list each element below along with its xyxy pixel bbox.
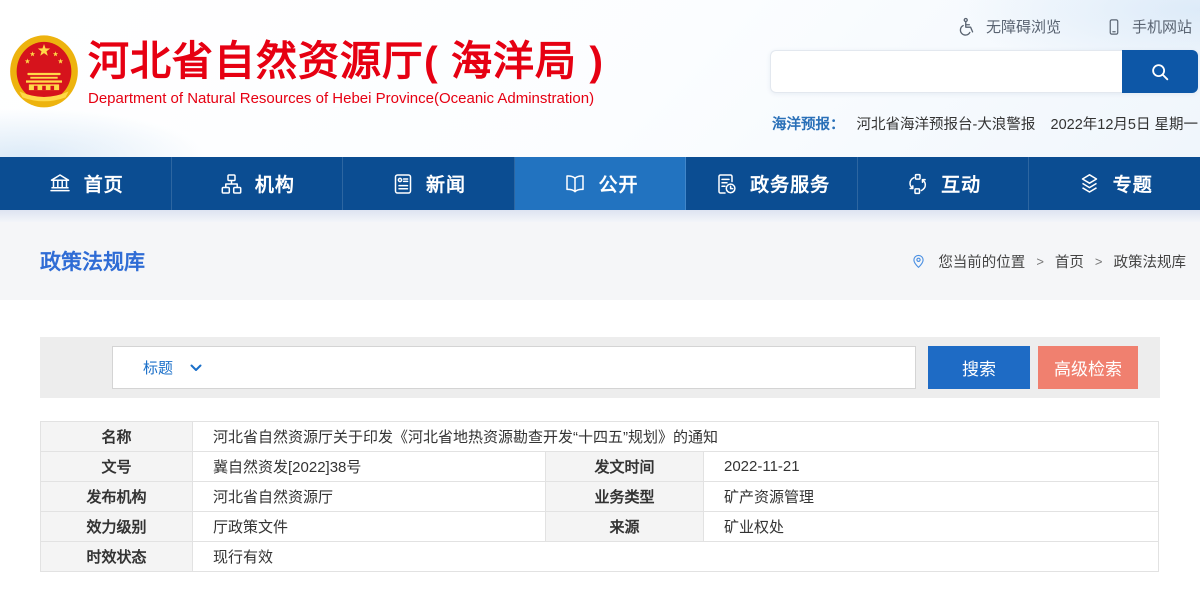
ocean-forecast: 海洋预报： 河北省海洋预报台-大浪警报 2022年12月5日 星期一 [772,113,1198,134]
nav-label: 互动 [941,170,981,197]
interact-icon [905,172,930,196]
table-row: 文号 冀自然资发[2022]38号 发文时间 2022-11-21 [41,452,1159,482]
nav-label: 机构 [255,170,295,197]
nav-item-open[interactable]: 公开 [515,157,687,210]
topics-icon [1077,172,1102,196]
nav-item-home[interactable]: 首页 [0,157,172,210]
nav-label: 公开 [599,170,639,197]
forecast-date: 2022年12月5日 星期一 [1051,113,1198,134]
filter-bar: 标题 搜索 高级检索 [40,337,1160,398]
chevron-down-icon [190,364,202,372]
nav-item-news[interactable]: 新闻 [343,157,515,210]
breadcrumb-separator: > [1095,254,1103,269]
field-value: 矿业权处 [704,512,1159,542]
header-search [770,50,1198,93]
mobile-site-link[interactable]: 手机网站 [1105,16,1192,37]
header-search-button[interactable] [1122,50,1198,93]
advanced-search-button[interactable]: 高级检索 [1038,346,1138,389]
field-label: 效力级别 [41,512,193,542]
field-value: 厅政策文件 [193,512,546,542]
site-header: 无障碍浏览 手机网站 [0,0,1200,157]
document-detail-table: 名称 河北省自然资源厅关于印发《河北省地热资源勘查开发“十四五”规划》的通知 文… [40,421,1159,572]
field-value: 河北省自然资源厅 [193,482,546,512]
news-icon [391,172,415,196]
accessibility-link[interactable]: 无障碍浏览 [957,16,1061,37]
wheelchair-icon [957,17,977,37]
field-type-label: 标题 [143,357,173,378]
field-label: 名称 [41,422,193,452]
header-search-input[interactable] [770,50,1122,93]
breadcrumb-item-home[interactable]: 首页 [1055,251,1084,272]
field-value: 2022-11-21 [704,452,1159,482]
mobile-site-label: 手机网站 [1132,16,1192,37]
field-type-dropdown[interactable]: 标题 [113,357,224,378]
forecast-label: 海洋预报： [772,113,845,134]
site-title-english: Department of Natural Resources of Hebei… [88,90,604,107]
table-row: 发布机构 河北省自然资源厅 业务类型 矿产资源管理 [41,482,1159,512]
field-value: 现行有效 [193,542,1159,572]
breadcrumb-separator: > [1036,254,1044,269]
field-value: 矿产资源管理 [704,482,1159,512]
accessibility-label: 无障碍浏览 [986,16,1061,37]
search-field: 标题 [112,346,916,389]
org-icon [219,172,244,196]
field-value: 河北省自然资源厅关于印发《河北省地热资源勘查开发“十四五”规划》的通知 [193,422,1159,452]
breadcrumb-bar: 政策法规库 您当前的位置 > 首页 > 政策法规库 [0,222,1200,300]
smartphone-icon [1105,17,1123,37]
site-title: 河北省自然资源厅( 海洋局 ) [88,38,604,85]
filter-search-input[interactable] [224,347,915,388]
breadcrumb-item-current[interactable]: 政策法规库 [1114,251,1187,272]
search-button[interactable]: 搜索 [928,346,1030,389]
utility-links: 无障碍浏览 手机网站 [957,16,1192,37]
gov-service-icon [713,172,739,196]
main-nav: 首页 机构 新闻 [0,157,1200,210]
nav-bottom-strip [0,210,1200,222]
nav-item-gov-service[interactable]: 政务服务 [686,157,858,210]
forecast-value[interactable]: 河北省海洋预报台-大浪警报 [857,113,1036,134]
field-label: 业务类型 [546,482,704,512]
field-label: 文号 [41,452,193,482]
nav-item-topics[interactable]: 专题 [1029,157,1200,210]
search-icon [1149,61,1171,83]
field-label: 来源 [546,512,704,542]
nav-label: 专题 [1113,170,1153,197]
breadcrumb: 您当前的位置 > 首页 > 政策法规库 [910,251,1186,272]
nav-item-org[interactable]: 机构 [172,157,344,210]
nav-label: 新闻 [426,170,466,197]
home-icon [47,172,73,196]
location-pin-icon [910,251,927,271]
open-book-icon [562,172,588,196]
nav-label: 首页 [84,170,124,197]
nav-item-interact[interactable]: 互动 [858,157,1030,210]
field-label: 时效状态 [41,542,193,572]
field-label: 发布机构 [41,482,193,512]
breadcrumb-location-label: 您当前的位置 [938,251,1025,272]
table-row: 效力级别 厅政策文件 来源 矿业权处 [41,512,1159,542]
field-label: 发文时间 [546,452,704,482]
table-row: 名称 河北省自然资源厅关于印发《河北省地热资源勘查开发“十四五”规划》的通知 [41,422,1159,452]
masthead[interactable]: 河北省自然资源厅( 海洋局 ) Department of Natural Re… [88,38,604,107]
national-emblem-logo[interactable] [8,32,80,118]
table-row: 时效状态 现行有效 [41,542,1159,572]
nav-label: 政务服务 [750,170,830,197]
page-title: 政策法规库 [40,246,145,276]
page: 无障碍浏览 手机网站 [0,0,1200,598]
field-value: 冀自然资发[2022]38号 [193,452,546,482]
